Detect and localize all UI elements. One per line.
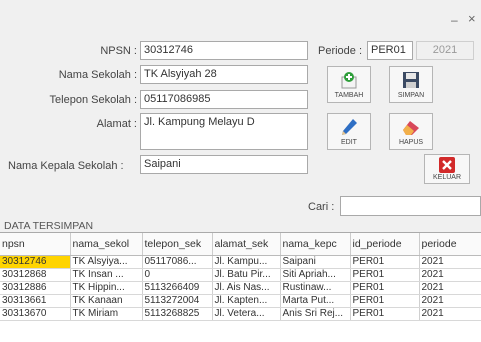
table-row[interactable]: 30312886 TK Hippin... 5113266409 Jl. Ais… bbox=[0, 281, 481, 295]
table-cell[interactable]: Siti Apriah... bbox=[280, 268, 351, 282]
table-cell[interactable]: Saipani bbox=[280, 255, 351, 269]
column-header[interactable]: nama_sekol bbox=[70, 233, 143, 256]
column-header[interactable]: npsn bbox=[0, 233, 71, 256]
table-row[interactable]: 30312746 TK Alsyiya... 05117086... Jl. K… bbox=[0, 255, 481, 269]
table-cell[interactable]: 05117086... bbox=[142, 255, 213, 269]
table-cell[interactable]: 30313661 bbox=[0, 294, 71, 308]
minimize-button[interactable]: – bbox=[451, 13, 458, 27]
table-cell[interactable]: 30312886 bbox=[0, 281, 71, 295]
tambah-label: TAMBAH bbox=[334, 92, 364, 99]
nama-kepala-sekolah-label: Nama Kepala Sekolah : bbox=[8, 160, 124, 172]
table-cell[interactable]: Jl. Vetera... bbox=[212, 307, 281, 321]
table-cell[interactable]: 2021 bbox=[419, 268, 481, 282]
table-cell[interactable]: Jl. Batu Pir... bbox=[212, 268, 281, 282]
table-cell[interactable]: Rustinaw... bbox=[280, 281, 351, 295]
keluar-label: KELUAR bbox=[432, 174, 461, 181]
table-cell[interactable]: Marta Put... bbox=[280, 294, 351, 308]
table-cell[interactable]: PER01 bbox=[350, 307, 420, 321]
table-cell[interactable]: TK Alsyiya... bbox=[70, 255, 143, 269]
section-title: DATA TERSIMPAN bbox=[4, 220, 94, 232]
nama-sekolah-field[interactable]: TK Alsyiyah 28 bbox=[140, 65, 308, 84]
table-header-row: npsn nama_sekol telepon_sek alamat_sek n… bbox=[0, 233, 481, 256]
table-cell[interactable]: PER01 bbox=[350, 268, 420, 282]
close-button[interactable]: × bbox=[468, 11, 476, 26]
periode-label: Periode : bbox=[318, 45, 363, 57]
table-cell[interactable]: 5113268825 bbox=[142, 307, 213, 321]
exit-icon bbox=[436, 157, 458, 173]
alamat-field[interactable]: Jl. Kampung Melayu D bbox=[140, 113, 308, 150]
table-cell[interactable]: 30312868 bbox=[0, 268, 71, 282]
telepon-sekolah-field[interactable]: 05117086985 bbox=[140, 90, 308, 109]
table-cell[interactable]: PER01 bbox=[350, 255, 420, 269]
table-cell[interactable]: 0 bbox=[142, 268, 213, 282]
keluar-button[interactable]: KELUAR bbox=[424, 154, 470, 184]
column-header[interactable]: telepon_sek bbox=[142, 233, 213, 256]
telepon-sekolah-label: Telepon Sekolah : bbox=[49, 94, 137, 106]
table-cell[interactable]: TK Kanaan bbox=[70, 294, 143, 308]
table-cell[interactable]: TK Miriam bbox=[70, 307, 143, 321]
table-cell[interactable]: 30312746 bbox=[0, 255, 71, 269]
table-row[interactable]: 30312868 TK Insan ... 0 Jl. Batu Pir... … bbox=[0, 268, 481, 282]
table-row[interactable]: 30313661 TK Kanaan 5113272004 Jl. Kapten… bbox=[0, 294, 481, 308]
table-cell[interactable]: 2021 bbox=[419, 281, 481, 295]
nama-kepala-sekolah-field[interactable]: Saipani bbox=[140, 155, 308, 174]
add-icon bbox=[338, 70, 360, 90]
simpan-label: SIMPAN bbox=[397, 92, 425, 99]
hapus-button[interactable]: HAPUS bbox=[389, 113, 433, 150]
table-cell[interactable]: PER01 bbox=[350, 294, 420, 308]
data-grid[interactable]: npsn nama_sekol telepon_sek alamat_sek n… bbox=[0, 232, 481, 342]
pencil-icon bbox=[338, 117, 360, 137]
table-cell[interactable]: Jl. Ais Nas... bbox=[212, 281, 281, 295]
table-cell[interactable]: 2021 bbox=[419, 307, 481, 321]
edit-button[interactable]: EDIT bbox=[327, 113, 371, 150]
simpan-button[interactable]: SIMPAN bbox=[389, 66, 433, 103]
eraser-icon bbox=[400, 117, 422, 137]
table-cell[interactable]: Jl. Kapten... bbox=[212, 294, 281, 308]
column-header[interactable]: id_periode bbox=[350, 233, 420, 256]
alamat-label: Alamat : bbox=[96, 118, 137, 130]
column-header[interactable]: periode bbox=[419, 233, 481, 256]
save-icon bbox=[400, 70, 422, 90]
edit-label: EDIT bbox=[341, 139, 357, 146]
table-row[interactable]: 30313670 TK Miriam 5113268825 Jl. Vetera… bbox=[0, 307, 481, 321]
table-cell[interactable]: Jl. Kampu... bbox=[212, 255, 281, 269]
data-table: npsn nama_sekol telepon_sek alamat_sek n… bbox=[0, 233, 481, 321]
table-cell[interactable]: 2021 bbox=[419, 294, 481, 308]
table-cell[interactable]: 30313670 bbox=[0, 307, 71, 321]
npsn-field[interactable]: 30312746 bbox=[140, 41, 308, 60]
column-header[interactable]: nama_kepc bbox=[280, 233, 351, 256]
periode-year-field: 2021 bbox=[416, 41, 474, 60]
search-input[interactable] bbox=[340, 196, 481, 216]
table-cell[interactable]: PER01 bbox=[350, 281, 420, 295]
table-cell[interactable]: Anis Sri Rej... bbox=[280, 307, 351, 321]
tambah-button[interactable]: TAMBAH bbox=[327, 66, 371, 103]
periode-field[interactable]: PER01 bbox=[367, 41, 413, 60]
table-cell[interactable]: TK Insan ... bbox=[70, 268, 143, 282]
table-cell[interactable]: 2021 bbox=[419, 255, 481, 269]
nama-sekolah-label: Nama Sekolah : bbox=[58, 69, 137, 81]
cari-label: Cari : bbox=[308, 201, 335, 213]
hapus-label: HAPUS bbox=[398, 139, 424, 146]
column-header[interactable]: alamat_sek bbox=[212, 233, 281, 256]
npsn-label: NPSN : bbox=[100, 45, 137, 57]
table-cell[interactable]: 5113266409 bbox=[142, 281, 213, 295]
table-cell[interactable]: 5113272004 bbox=[142, 294, 213, 308]
table-cell[interactable]: TK Hippin... bbox=[70, 281, 143, 295]
